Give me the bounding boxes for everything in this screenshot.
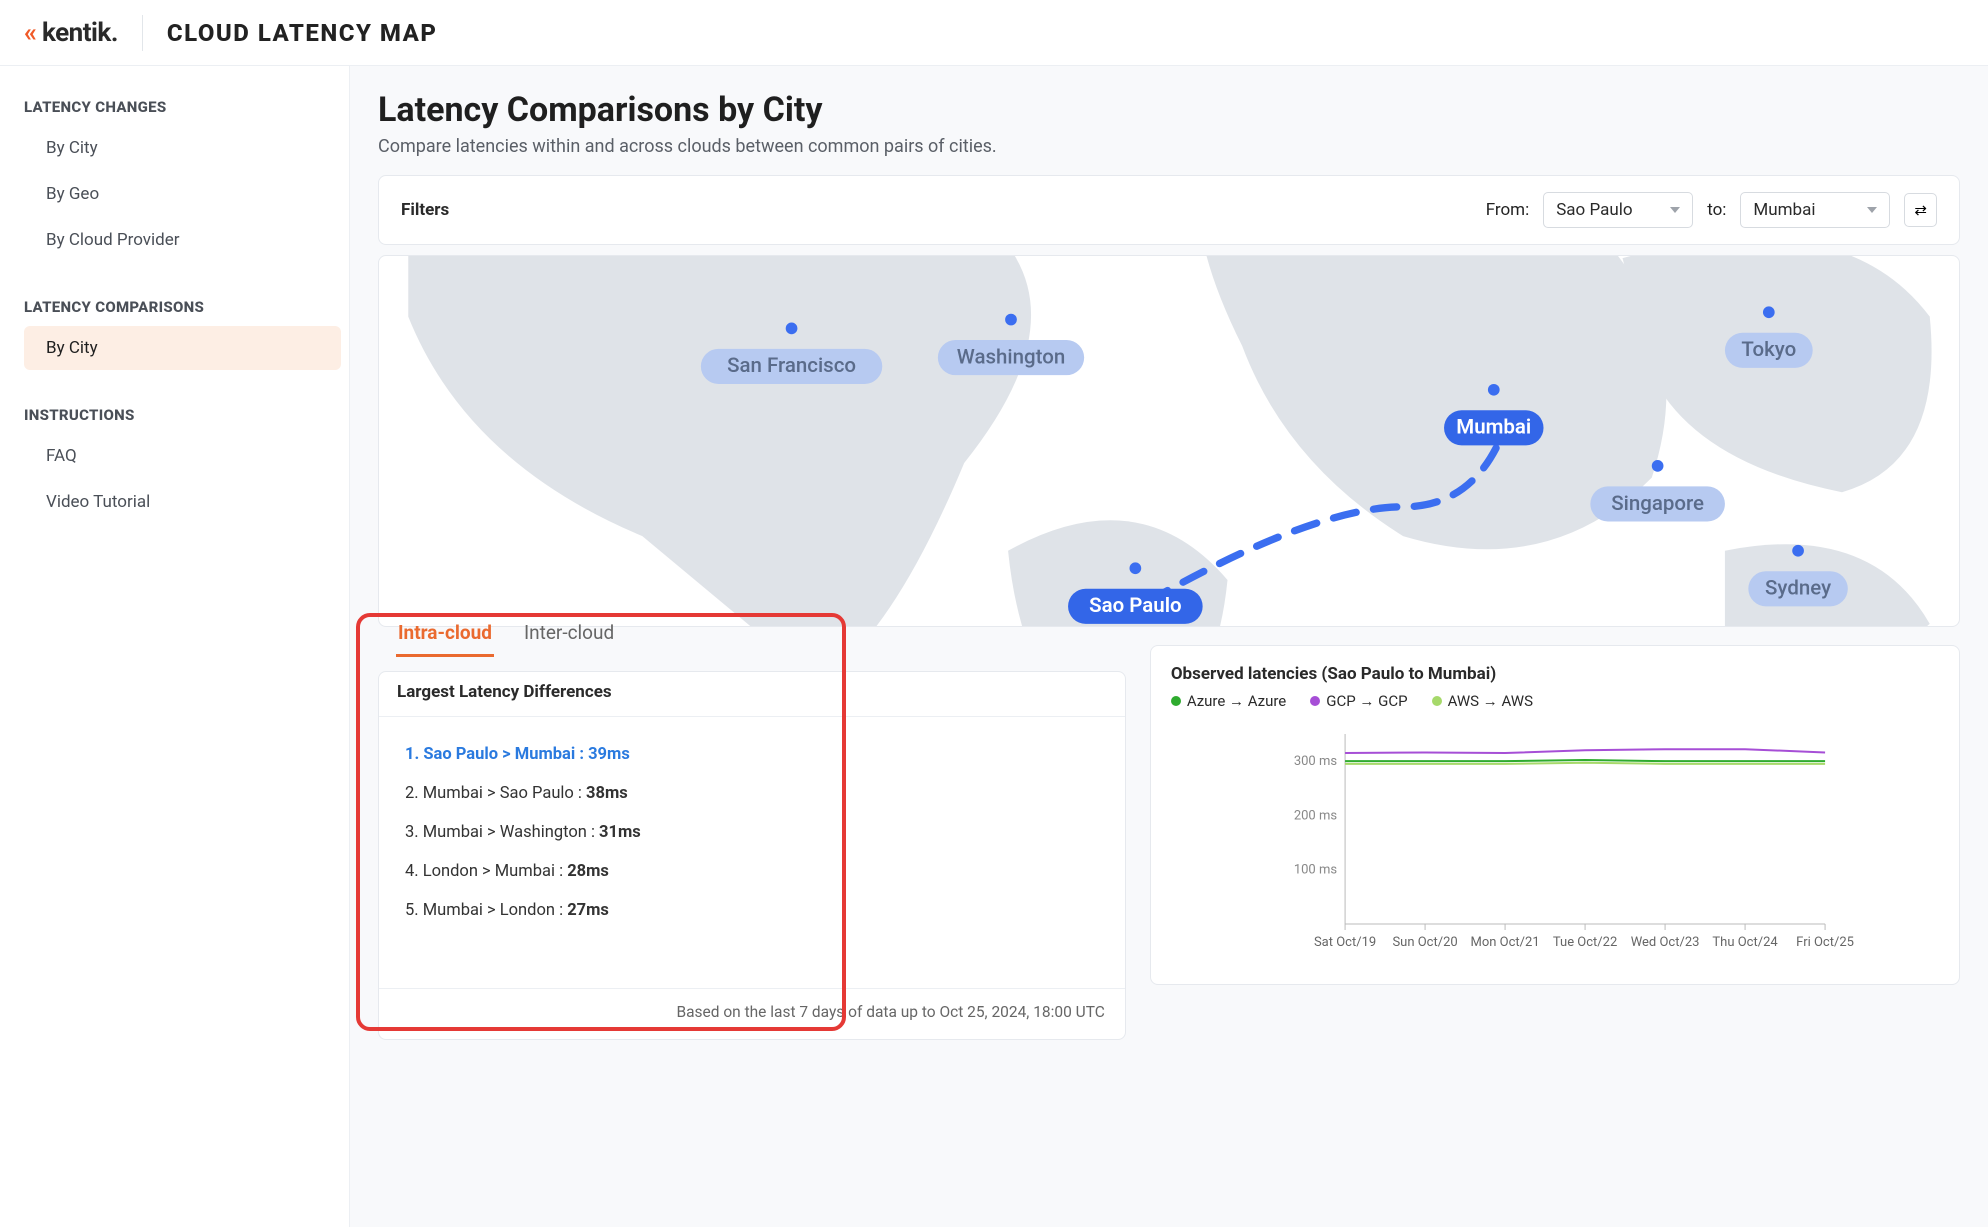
sidebar-item[interactable]: By City (24, 326, 341, 370)
diff-heading: Largest Latency Differences (379, 672, 1125, 717)
swap-icon: ⇄ (1914, 202, 1927, 219)
latency-diff-panel: Largest Latency Differences 1. Sao Paulo… (378, 671, 1126, 1040)
svg-text:300 ms: 300 ms (1294, 754, 1338, 769)
svg-text:Sat Oct/19: Sat Oct/19 (1314, 935, 1376, 950)
from-city-dropdown[interactable]: Sao Paulo (1543, 192, 1693, 228)
diff-row[interactable]: 1. Sao Paulo > Mumbai : 39ms (405, 735, 1099, 774)
sidebar-item[interactable]: By Geo (24, 172, 341, 216)
sidebar-heading: INSTRUCTIONS (24, 406, 341, 424)
sidebar: LATENCY CHANGESBy CityBy GeoBy Cloud Pro… (0, 66, 350, 1227)
latency-chart: 100 ms 200 ms 300 ms Sat Oct/19 Sun Oct/20 Mo… (1151, 724, 1959, 984)
filters-label: Filters (401, 200, 1472, 220)
page-title: Latency Comparisons by City (378, 90, 1960, 130)
svg-text:200 ms: 200 ms (1294, 808, 1338, 823)
svg-text:Tue Oct/22: Tue Oct/22 (1553, 935, 1617, 950)
svg-text:Thu Oct/24: Thu Oct/24 (1712, 935, 1778, 950)
diff-row[interactable]: 3. Mumbai > Washington : 31ms (405, 813, 1099, 852)
svg-text:San Francisco: San Francisco (727, 353, 856, 377)
chevron-down-icon (1867, 207, 1877, 213)
svg-text:Mon Oct/21: Mon Oct/21 (1470, 935, 1539, 950)
sidebar-item[interactable]: Video Tutorial (24, 480, 341, 524)
page-subtitle: Compare latencies within and across clou… (378, 136, 1960, 157)
svg-text:Tokyo: Tokyo (1741, 337, 1796, 361)
tab-intra-cloud[interactable]: Intra-cloud (396, 611, 494, 657)
legend-item: AWS → AWS (1432, 692, 1533, 710)
svg-text:Sydney: Sydney (1765, 576, 1831, 600)
sidebar-heading: LATENCY COMPARISONS (24, 298, 341, 316)
diff-row[interactable]: 5. Mumbai > London : 27ms (405, 891, 1099, 930)
from-city-value: Sao Paulo (1556, 200, 1632, 220)
cloud-tabs: Intra-cloud Inter-cloud (378, 611, 1126, 657)
svg-text:Wed Oct/23: Wed Oct/23 (1631, 935, 1700, 950)
sidebar-heading: LATENCY CHANGES (24, 98, 341, 116)
header-title: CLOUD LATENCY MAP (167, 19, 438, 47)
diff-row[interactable]: 4. London > Mumbai : 28ms (405, 852, 1099, 891)
svg-text:Mumbai: Mumbai (1456, 415, 1531, 439)
to-city-dropdown[interactable]: Mumbai (1740, 192, 1890, 228)
logo[interactable]: « kentik. (24, 18, 118, 48)
to-label: to: (1707, 200, 1726, 220)
from-label: From: (1486, 200, 1530, 220)
header: « kentik. CLOUD LATENCY MAP (0, 0, 1988, 66)
sidebar-item[interactable]: FAQ (24, 434, 341, 478)
svg-text:Washington: Washington (957, 344, 1065, 368)
diff-row[interactable]: 2. Mumbai > Sao Paulo : 38ms (405, 774, 1099, 813)
latency-map[interactable]: San FranciscoWashingtonLondonSao PauloMu… (378, 255, 1960, 627)
svg-text:Fri Oct/25: Fri Oct/25 (1796, 935, 1854, 950)
observed-heading: Observed latencies (Sao Paulo to Mumbai) (1151, 646, 1959, 692)
sidebar-item[interactable]: By Cloud Provider (24, 218, 341, 262)
logo-icon: « (24, 18, 36, 48)
header-divider (142, 15, 143, 51)
tab-inter-cloud[interactable]: Inter-cloud (522, 611, 616, 657)
observed-latencies-panel: Observed latencies (Sao Paulo to Mumbai)… (1150, 645, 1960, 985)
main-content: Latency Comparisons by City Compare late… (350, 66, 1988, 1227)
filters-bar: Filters From: Sao Paulo to: Mumbai ⇄ (378, 175, 1960, 245)
swap-button[interactable]: ⇄ (1904, 193, 1937, 227)
svg-text:Sun Oct/20: Sun Oct/20 (1392, 935, 1457, 950)
to-city-value: Mumbai (1753, 200, 1815, 220)
legend-item: Azure → Azure (1171, 692, 1286, 710)
sidebar-item[interactable]: By City (24, 126, 341, 170)
svg-text:Singapore: Singapore (1611, 491, 1704, 515)
logo-text: kentik. (42, 18, 118, 48)
diff-footer: Based on the last 7 days of data up to O… (379, 988, 1125, 1039)
legend-item: GCP → GCP (1310, 692, 1407, 710)
chevron-down-icon (1670, 207, 1680, 213)
svg-text:100 ms: 100 ms (1294, 863, 1338, 878)
